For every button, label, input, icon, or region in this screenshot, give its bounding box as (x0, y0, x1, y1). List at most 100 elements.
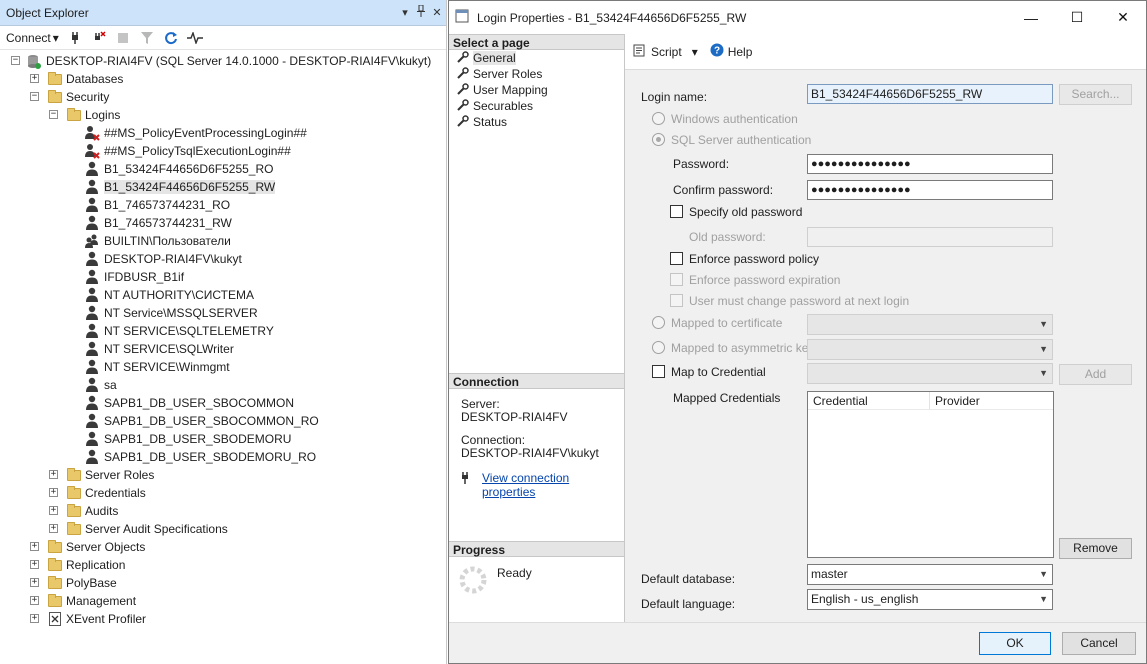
tree-node-login[interactable]: NT Service\MSSQLSERVER (0, 304, 446, 322)
script-button[interactable]: Script (633, 43, 682, 60)
audits-label: Audits (85, 504, 119, 518)
windows-auth-radio[interactable] (652, 112, 665, 125)
collapse-icon[interactable]: − (49, 110, 58, 119)
default-database-select[interactable]: master ▼ (807, 564, 1053, 585)
credential-select[interactable]: ▼ (807, 363, 1053, 384)
expand-icon[interactable]: + (30, 614, 39, 623)
expand-icon[interactable]: + (30, 74, 39, 83)
chevron-down-icon: ▼ (1039, 319, 1048, 329)
confirm-password-input[interactable]: ●●●●●●●●●●●●●●● (807, 180, 1053, 200)
column-header-credential[interactable]: Credential (808, 392, 930, 409)
default-language-select[interactable]: English - us_english ▼ (807, 589, 1053, 610)
tree-node-login[interactable]: BUILTIN\Пользователи (0, 232, 446, 250)
tree-node-management[interactable]: + Management (0, 592, 446, 610)
tree-node-server[interactable]: − DESKTOP-RIAI4FV (SQL Server 14.0.1000 … (0, 52, 446, 70)
tree-node-server-roles[interactable]: + Server Roles (0, 466, 446, 484)
remove-credential-button[interactable]: Remove (1059, 538, 1132, 559)
asymmetric-key-select[interactable]: ▼ (807, 339, 1053, 360)
cancel-button[interactable]: Cancel (1062, 632, 1136, 655)
tree-node-login[interactable]: SAPB1_DB_USER_SBOCOMMON_RO (0, 412, 446, 430)
add-credential-button[interactable]: Add (1059, 364, 1132, 385)
tree-node-audits[interactable]: + Audits (0, 502, 446, 520)
tree-node-login[interactable]: B1_746573744231_RW (0, 214, 446, 232)
tree-node-replication[interactable]: + Replication (0, 556, 446, 574)
tree-node-server-objects[interactable]: + Server Objects (0, 538, 446, 556)
expand-icon[interactable]: + (30, 560, 39, 569)
login-name-input[interactable]: B1_53424F44656D6F5255_RW (807, 84, 1053, 104)
refresh-icon[interactable] (163, 30, 179, 46)
tree-node-login[interactable]: SAPB1_DB_USER_SBODEMORU (0, 430, 446, 448)
tree-node-security[interactable]: − Security (0, 88, 446, 106)
help-button[interactable]: ? Help (710, 43, 752, 60)
minimize-button[interactable]: — (1008, 1, 1054, 34)
expand-icon[interactable]: + (30, 542, 39, 551)
mapped-asymmetric-key-radio[interactable] (652, 341, 665, 354)
connect-button[interactable]: Connect ▾ (6, 31, 59, 45)
expand-icon[interactable]: + (49, 470, 58, 479)
tree-node-login-selected[interactable]: B1_53424F44656D6F5255_RW (0, 178, 446, 196)
tree-node-login[interactable]: B1_53424F44656D6F5255_RO (0, 160, 446, 178)
tree-node-logins[interactable]: − Logins (0, 106, 446, 124)
close-panel-icon[interactable]: ✕ (430, 6, 444, 19)
page-server-roles[interactable]: Server Roles (449, 66, 624, 82)
connect-plug-icon[interactable] (67, 30, 83, 46)
maximize-button[interactable]: ☐ (1054, 1, 1100, 34)
enforce-password-policy-checkbox[interactable] (670, 252, 683, 265)
close-button[interactable]: ✕ (1100, 1, 1146, 34)
must-change-password-checkbox[interactable] (670, 294, 683, 307)
tree-node-login[interactable]: NT SERVICE\SQLTELEMETRY (0, 322, 446, 340)
activity-monitor-icon[interactable] (186, 30, 203, 46)
mapped-credentials-grid[interactable]: Credential Provider (807, 391, 1054, 558)
mapped-certificate-radio[interactable] (652, 316, 665, 329)
folder-icon (47, 575, 63, 591)
tree-node-login[interactable]: NT SERVICE\SQLWriter (0, 340, 446, 358)
tree-node-login[interactable]: SAPB1_DB_USER_SBODEMORU_RO (0, 448, 446, 466)
collapse-icon[interactable]: − (11, 56, 20, 65)
page-securables[interactable]: Securables (449, 98, 624, 114)
tree-node-credentials[interactable]: + Credentials (0, 484, 446, 502)
tree-node-polybase[interactable]: + PolyBase (0, 574, 446, 592)
expand-icon[interactable]: + (30, 578, 39, 587)
page-general[interactable]: General (449, 50, 624, 66)
ok-button[interactable]: OK (979, 632, 1051, 655)
tree-node-login[interactable]: DESKTOP-RIAI4FV\kukyt (0, 250, 446, 268)
page-user-mapping[interactable]: User Mapping (449, 82, 624, 98)
pin-icon[interactable] (414, 4, 428, 20)
tree-node-login[interactable]: IFDBUSR_B1if (0, 268, 446, 286)
expand-icon[interactable]: + (49, 524, 58, 533)
collapse-icon[interactable]: − (30, 92, 39, 101)
column-header-provider[interactable]: Provider (930, 392, 980, 409)
tree-node-login[interactable]: SAPB1_DB_USER_SBOCOMMON (0, 394, 446, 412)
view-connection-properties-link[interactable]: View connection properties (482, 471, 624, 499)
tree-node-login[interactable]: NT SERVICE\Winmgmt (0, 358, 446, 376)
stop-icon[interactable] (115, 30, 131, 46)
tree-node-xevent-profiler[interactable]: + XEvent Profiler (0, 610, 446, 628)
tree-node-login[interactable]: sa (0, 376, 446, 394)
expand-icon[interactable]: + (49, 506, 58, 515)
expand-icon[interactable]: + (49, 488, 58, 497)
disconnect-icon[interactable] (91, 30, 107, 46)
script-dropdown-icon[interactable]: ▾ (692, 45, 698, 59)
wrench-icon (457, 50, 469, 66)
page-status[interactable]: Status (449, 114, 624, 130)
tree-node-login[interactable]: NT AUTHORITY\СИСТЕМА (0, 286, 446, 304)
certificate-select[interactable]: ▼ (807, 314, 1053, 335)
password-input[interactable]: ●●●●●●●●●●●●●●● (807, 154, 1053, 174)
tree-node-login[interactable]: B1_746573744231_RO (0, 196, 446, 214)
folder-icon (47, 89, 63, 105)
specify-old-password-checkbox[interactable] (670, 205, 683, 218)
map-to-credential-checkbox[interactable] (652, 365, 665, 378)
tree-node-login[interactable]: ##MS_PolicyTsqlExecutionLogin## (0, 142, 446, 160)
password-label: Password: (673, 157, 730, 171)
old-password-input[interactable] (807, 227, 1053, 247)
tree-node-login[interactable]: ##MS_PolicyEventProcessingLogin## (0, 124, 446, 142)
panel-options-icon[interactable]: ▾ (398, 6, 412, 19)
enforce-password-expiration-checkbox[interactable] (670, 273, 683, 286)
expand-icon[interactable]: + (30, 596, 39, 605)
filter-icon[interactable] (139, 30, 155, 46)
search-button[interactable]: Search... (1059, 84, 1132, 105)
sql-auth-radio[interactable] (652, 133, 665, 146)
tree-node-server-audit-specifications[interactable]: + Server Audit Specifications (0, 520, 446, 538)
folder-icon (47, 539, 63, 555)
tree-node-databases[interactable]: + Databases (0, 70, 446, 88)
